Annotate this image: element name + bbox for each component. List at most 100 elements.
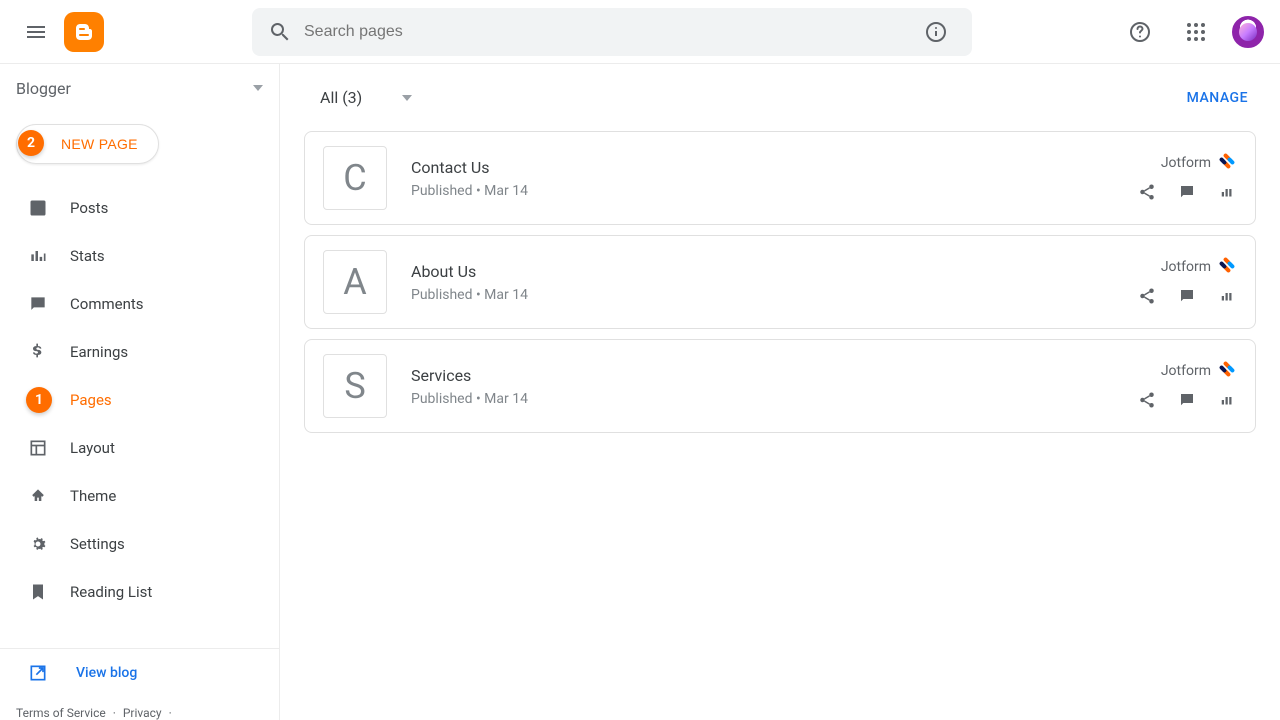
share-button[interactable]	[1137, 286, 1157, 306]
header-actions	[1120, 12, 1264, 52]
manage-link[interactable]: MANAGE	[1187, 90, 1248, 106]
layout-icon	[26, 436, 50, 460]
sidebar-nav: Posts Stats Comments Earnings 1 Pages	[0, 172, 279, 648]
new-page-container: 2 NEW PAGE	[0, 112, 279, 172]
separator: ·	[113, 706, 116, 720]
bookmark-icon	[26, 580, 50, 604]
jotform-icon	[1219, 362, 1237, 380]
sidebar-item-reading-list[interactable]: Reading List	[0, 568, 279, 616]
sidebar-item-label: Pages	[70, 391, 112, 409]
search-icon	[268, 20, 292, 44]
page-actions: Jotform	[1137, 154, 1237, 202]
gear-icon	[26, 532, 50, 556]
comment-button[interactable]	[1177, 286, 1197, 306]
step-badge-2: 2	[18, 130, 44, 156]
sidebar-item-label: Earnings	[70, 343, 128, 361]
filter-row: All (3) MANAGE	[304, 88, 1256, 131]
sidebar-item-settings[interactable]: Settings	[0, 520, 279, 568]
share-button[interactable]	[1137, 182, 1157, 202]
hamburger-icon	[24, 20, 48, 44]
apps-button[interactable]	[1176, 12, 1216, 52]
earnings-icon	[26, 340, 50, 364]
theme-icon	[26, 484, 50, 508]
sidebar-item-theme[interactable]: Theme	[0, 472, 279, 520]
blog-selector[interactable]: Blogger	[0, 64, 279, 112]
page-meta: Published • Mar 14	[411, 287, 1137, 303]
sidebar-item-label: Stats	[70, 247, 105, 265]
sidebar-item-label: Theme	[70, 487, 116, 505]
privacy-link[interactable]: Privacy	[123, 706, 162, 720]
sidebar-item-earnings[interactable]: Earnings	[0, 328, 279, 376]
page-card[interactable]: C Contact Us Published • Mar 14 Jotform	[304, 131, 1256, 225]
app-header	[0, 0, 1280, 64]
terms-link[interactable]: Terms of Service	[16, 706, 106, 720]
search-input[interactable]	[304, 23, 908, 41]
info-icon	[924, 20, 948, 44]
filter-label: All (3)	[320, 88, 362, 107]
sidebar-item-label: Reading List	[70, 583, 152, 601]
page-card[interactable]: A About Us Published • Mar 14 Jotform	[304, 235, 1256, 329]
author-row: Jotform	[1161, 154, 1237, 172]
help-icon	[1128, 20, 1152, 44]
page-card[interactable]: S Services Published • Mar 14 Jotform	[304, 339, 1256, 433]
page-thumbnail: A	[323, 250, 387, 314]
author-name: Jotform	[1161, 363, 1211, 379]
separator: ·	[169, 706, 172, 720]
page-meta: Published • Mar 14	[411, 183, 1137, 199]
apps-grid-icon	[1186, 22, 1206, 42]
open-external-icon	[26, 661, 50, 685]
sidebar-item-posts[interactable]: Posts	[0, 184, 279, 232]
page-title: Contact Us	[411, 158, 1137, 177]
comments-icon	[26, 292, 50, 316]
blogger-logo-icon	[72, 20, 96, 44]
view-blog-link[interactable]: View blog	[0, 648, 279, 696]
page-thumbnail: S	[323, 354, 387, 418]
sidebar: Blogger 2 NEW PAGE Posts Stats Comments	[0, 64, 280, 720]
new-page-label: NEW PAGE	[61, 136, 138, 152]
page-info: About Us Published • Mar 14	[411, 262, 1137, 303]
search-bar[interactable]	[252, 8, 972, 56]
sidebar-item-layout[interactable]: Layout	[0, 424, 279, 472]
sidebar-item-stats[interactable]: Stats	[0, 232, 279, 280]
footer-links: Terms of Service · Privacy ·	[0, 696, 279, 720]
sidebar-item-label: Settings	[70, 535, 125, 553]
stats-button[interactable]	[1217, 390, 1237, 410]
filter-dropdown[interactable]: All (3)	[320, 88, 412, 107]
sidebar-item-pages[interactable]: 1 Pages	[0, 376, 279, 424]
page-thumbnail: C	[323, 146, 387, 210]
blogger-logo[interactable]	[64, 12, 104, 52]
account-avatar[interactable]	[1232, 16, 1264, 48]
menu-button[interactable]	[16, 12, 56, 52]
search-info-button[interactable]	[916, 12, 956, 52]
pages-list: C Contact Us Published • Mar 14 Jotform …	[304, 131, 1256, 433]
page-title: About Us	[411, 262, 1137, 281]
comment-button[interactable]	[1177, 390, 1197, 410]
stats-button[interactable]	[1217, 182, 1237, 202]
chevron-down-icon	[402, 95, 412, 101]
author-name: Jotform	[1161, 259, 1211, 275]
blog-name: Blogger	[16, 79, 71, 98]
chevron-down-icon	[253, 85, 263, 91]
help-button[interactable]	[1120, 12, 1160, 52]
comment-button[interactable]	[1177, 182, 1197, 202]
stats-icon	[26, 244, 50, 268]
posts-icon	[26, 196, 50, 220]
sidebar-item-label: Layout	[70, 439, 115, 457]
author-row: Jotform	[1161, 258, 1237, 276]
page-title: Services	[411, 366, 1137, 385]
author-name: Jotform	[1161, 155, 1211, 171]
view-blog-label: View blog	[76, 665, 137, 681]
sidebar-item-comments[interactable]: Comments	[0, 280, 279, 328]
jotform-icon	[1219, 154, 1237, 172]
sidebar-item-label: Comments	[70, 295, 144, 313]
page-info: Contact Us Published • Mar 14	[411, 158, 1137, 199]
stats-button[interactable]	[1217, 286, 1237, 306]
avatar-image	[1239, 23, 1257, 41]
jotform-icon	[1219, 258, 1237, 276]
share-button[interactable]	[1137, 390, 1157, 410]
search-container	[104, 8, 1120, 56]
page-info: Services Published • Mar 14	[411, 366, 1137, 407]
page-actions: Jotform	[1137, 362, 1237, 410]
page-actions: Jotform	[1137, 258, 1237, 306]
app-body: Blogger 2 NEW PAGE Posts Stats Comments	[0, 64, 1280, 720]
